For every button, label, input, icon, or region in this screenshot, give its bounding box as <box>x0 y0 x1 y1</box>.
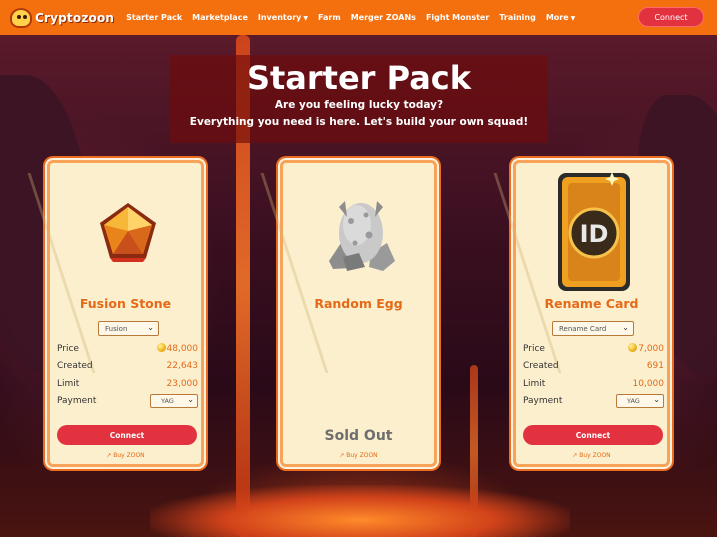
card-title: Random Egg <box>314 296 403 311</box>
price-value: 48,000 <box>166 344 199 355</box>
buy-zoon-label: Buy ZOON <box>579 452 611 459</box>
limit-label: Limit <box>57 378 80 389</box>
nav-farm[interactable]: Farm <box>318 13 341 22</box>
nav-more[interactable]: More ▼ <box>546 13 575 22</box>
payment-row: Payment YAG ⌄ <box>523 393 664 411</box>
rename-card-icon: ID <box>558 173 630 291</box>
created-value: 22,643 <box>166 361 199 372</box>
payment-select[interactable]: YAG ⌄ <box>150 394 198 409</box>
payment-label: Payment <box>57 396 97 407</box>
item-select-dropdown[interactable]: Rename Card ⌄ <box>552 321 634 336</box>
payment-row: Payment YAG ⌄ <box>57 393 198 411</box>
buy-zoon-label: Buy ZOON <box>346 452 378 459</box>
pack-card-rename-card: ID Rename Card Rename Card ⌄ Price 7,000… <box>493 160 670 467</box>
connect-button[interactable]: Connect <box>57 425 197 445</box>
connect-wallet-button[interactable]: Connect <box>638 7 704 27</box>
nav-merger-zoans[interactable]: Merger ZOANs <box>351 13 416 22</box>
gold-coin-icon <box>628 343 638 353</box>
nav-more-label: More <box>545 13 569 22</box>
nav-marketplace[interactable]: Marketplace <box>192 13 248 22</box>
card-title: Fusion Stone <box>79 296 172 311</box>
top-navbar: Cryptozoon Starter Pack Marketplace Inve… <box>0 0 717 35</box>
item-select-value: Rename Card <box>559 324 607 333</box>
nav-training[interactable]: Training <box>499 13 536 22</box>
price-label: Price <box>523 343 545 354</box>
lava-pool <box>150 485 570 537</box>
nav-inventory-label: Inventory <box>257 13 302 22</box>
nav-starter-pack[interactable]: Starter Pack <box>126 13 182 22</box>
buy-zoon-link[interactable]: ↗ Buy ZOON <box>516 452 667 459</box>
created-value: 691 <box>646 361 664 372</box>
hero-subtitle-2: Everything you need is here. Let's build… <box>189 116 529 128</box>
limit-row: Limit 23,000 <box>57 375 198 393</box>
created-row: Created 691 <box>523 358 664 376</box>
logo-text: Cryptozoon <box>35 10 115 25</box>
payment-label: Payment <box>523 396 563 407</box>
price-value: 7,000 <box>638 344 664 355</box>
card-stats: Price 48,000 Created 22,643 Limit 23,000… <box>57 340 198 410</box>
random-egg-icon <box>329 201 395 271</box>
fusion-stone-icon <box>100 203 156 262</box>
chevron-down-icon: ⌄ <box>622 323 629 332</box>
chevron-down-icon: ⌄ <box>147 323 154 332</box>
payment-value: YAG <box>627 397 640 406</box>
chevron-down-icon: ▼ <box>303 15 308 22</box>
connect-button[interactable]: Connect <box>523 425 663 445</box>
gold-coin-icon <box>156 343 166 353</box>
created-label: Created <box>523 361 559 372</box>
payment-value: YAG <box>161 397 174 406</box>
price-value-wrap: 48,000 <box>156 343 199 355</box>
limit-label: Limit <box>523 378 546 389</box>
pack-card-random-egg: Random Egg Sold Out ↗ Buy ZOON <box>260 160 437 467</box>
chevron-down-icon: ▼ <box>570 15 576 22</box>
created-row: Created 22,643 <box>57 358 198 376</box>
price-value-wrap: 7,000 <box>628 343 664 354</box>
payment-select[interactable]: YAG ⌄ <box>616 394 664 409</box>
page-title: Starter Pack <box>246 59 472 97</box>
cryptozoon-logo-icon <box>10 7 32 28</box>
logo[interactable]: Cryptozoon <box>10 7 115 28</box>
buy-zoon-label: Buy ZOON <box>113 452 145 459</box>
id-glyph: ID <box>580 220 609 248</box>
nav-fight-monster[interactable]: Fight Monster <box>426 13 489 22</box>
sold-out-status: Sold Out <box>324 428 393 444</box>
buy-zoon-link[interactable]: ↗ Buy ZOON <box>283 452 434 459</box>
limit-value: 23,000 <box>166 378 199 389</box>
buy-zoon-link[interactable]: ↗ Buy ZOON <box>50 452 201 459</box>
price-row: Price 7,000 <box>523 340 664 358</box>
nav-inventory[interactable]: Inventory ▼ <box>258 13 308 22</box>
limit-row: Limit 10,000 <box>523 375 664 393</box>
created-label: Created <box>57 361 93 372</box>
card-title: Rename Card <box>544 296 639 311</box>
price-row: Price 48,000 <box>57 340 198 358</box>
nav-links: Starter Pack Marketplace Inventory ▼ Farm… <box>126 13 585 22</box>
card-stats: Price 7,000 Created 691 Limit 10,000 Pay… <box>523 340 664 410</box>
item-select-value: Fusion <box>105 324 128 333</box>
chevron-down-icon: ⌄ <box>187 395 194 405</box>
limit-value: 10,000 <box>632 378 665 389</box>
chevron-down-icon: ⌄ <box>653 395 660 405</box>
item-select-dropdown[interactable]: Fusion ⌄ <box>98 321 159 336</box>
hero-subtitle-1: Are you feeling lucky today? <box>274 99 444 111</box>
pack-card-fusion-stone: Fusion Stone Fusion ⌄ Price 48,000 Creat… <box>27 160 204 467</box>
price-label: Price <box>57 343 79 354</box>
hero-banner: Starter Pack Are you feeling lucky today… <box>170 55 548 143</box>
